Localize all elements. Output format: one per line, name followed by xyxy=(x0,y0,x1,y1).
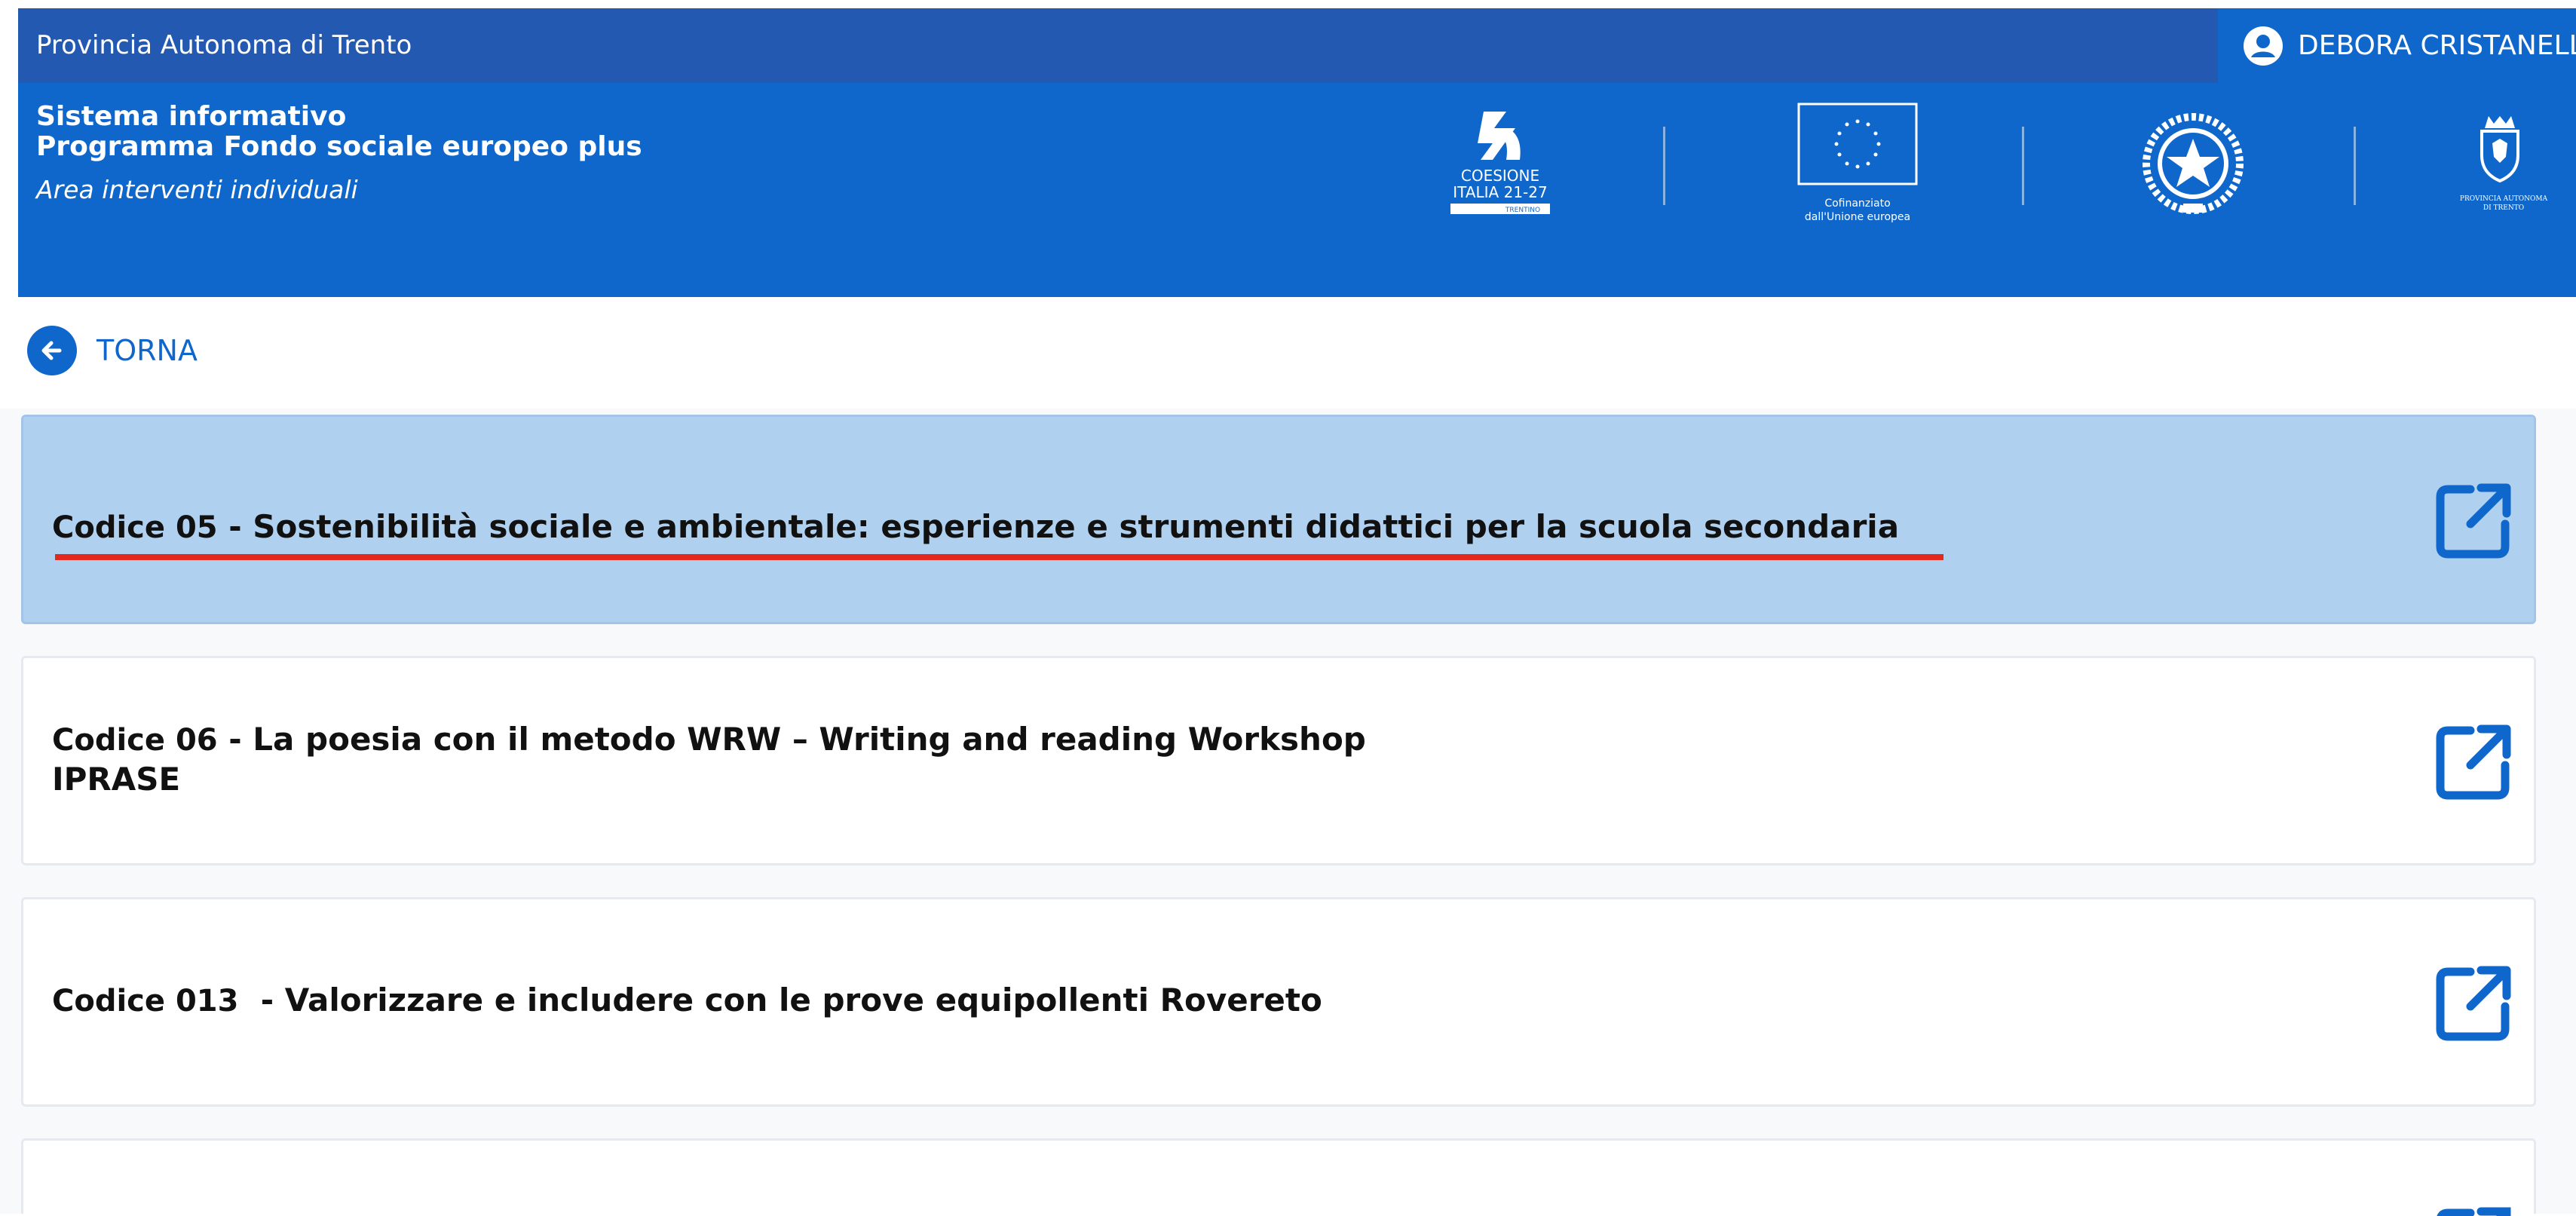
eu-logo-text2: dall'Unione europea xyxy=(1805,211,1910,223)
course-card[interactable]: Codice 013 - Valorizzare e includere con… xyxy=(21,897,2536,1107)
coesione-logo-tag: TRENTINO xyxy=(1505,207,1540,214)
organization-name: Provincia Autonoma di Trento xyxy=(36,30,412,60)
pat-logo-text1: PROVINCIA AUTONOMA xyxy=(2460,195,2548,203)
course-card[interactable] xyxy=(21,1138,2536,1216)
coesione-italia-logo: COESIONE ITALIA 21-27 TRENTINO xyxy=(1450,112,1550,214)
provincia-trento-logo: PROVINCIA AUTONOMA DI TRENTO xyxy=(2460,116,2548,212)
course-name: Sostenibilità sociale e ambientale: espe… xyxy=(253,508,1900,545)
coesione-logo-text2: ITALIA 21-27 xyxy=(1453,183,1547,201)
logo-divider xyxy=(2354,127,2356,205)
logo-divider xyxy=(2022,127,2024,205)
italian-republic-emblem xyxy=(2143,113,2244,214)
user-avatar-icon xyxy=(2244,26,2283,66)
user-name: DEBORA CRISTANELLI xyxy=(2298,30,2576,61)
logo-divider xyxy=(1663,127,1665,205)
course-list: Codice 05 - Sostenibilità sociale e ambi… xyxy=(0,409,2576,1216)
external-link-icon[interactable] xyxy=(2431,1202,2516,1216)
course-provider: IPRASE xyxy=(52,761,181,798)
course-separator: - xyxy=(217,508,253,545)
course-card[interactable]: Codice 05 - Sostenibilità sociale e ambi… xyxy=(21,415,2536,624)
eu-flag-logo: Cofinanziato dall'Unione europea xyxy=(1797,103,1918,223)
top-bar: Provincia Autonoma di Trento DEBORA CRIS… xyxy=(0,0,2576,83)
site-header: Sistema informativo Programma Fondo soci… xyxy=(18,83,2576,297)
course-code: Codice 06 xyxy=(52,723,218,758)
site-title-line2: Programma Fondo sociale europeo plus xyxy=(36,131,642,162)
course-title: Codice 013 - Valorizzare e includere con… xyxy=(52,981,1322,1021)
user-menu[interactable]: DEBORA CRISTANELLI xyxy=(2218,8,2576,83)
course-code: Codice 05 xyxy=(52,510,218,545)
course-name: Valorizzare e includere con le prove equ… xyxy=(284,982,1322,1018)
highlight-underline xyxy=(55,554,1943,560)
coesione-logo-text1: COESIONE xyxy=(1461,167,1539,185)
pat-logo-text2: DI TRENTO xyxy=(2483,204,2524,212)
site-title-line1: Sistema informativo xyxy=(36,101,347,132)
course-separator: - xyxy=(217,721,253,758)
external-link-icon[interactable] xyxy=(2431,720,2516,804)
site-subtitle: Area interventi individuali xyxy=(36,175,358,204)
back-button[interactable]: TORNA xyxy=(27,326,198,375)
course-title: Codice 06 - La poesia con il metodo WRW … xyxy=(52,720,1366,799)
external-link-icon[interactable] xyxy=(2431,479,2516,563)
back-button-label: TORNA xyxy=(96,334,198,367)
top-bar-org-area: Provincia Autonoma di Trento xyxy=(18,8,2218,83)
eu-logo-text1: Cofinanziato xyxy=(1824,198,1890,210)
course-card[interactable]: Codice 06 - La poesia con il metodo WRW … xyxy=(21,656,2536,865)
course-name: La poesia con il metodo WRW – Writing an… xyxy=(253,721,1366,758)
course-code: Codice 013 xyxy=(52,984,239,1018)
course-separator: - xyxy=(238,982,285,1018)
course-title: Codice 05 - Sostenibilità sociale e ambi… xyxy=(52,507,1899,547)
arrow-left-icon xyxy=(27,326,77,375)
external-link-icon[interactable] xyxy=(2431,961,2516,1046)
